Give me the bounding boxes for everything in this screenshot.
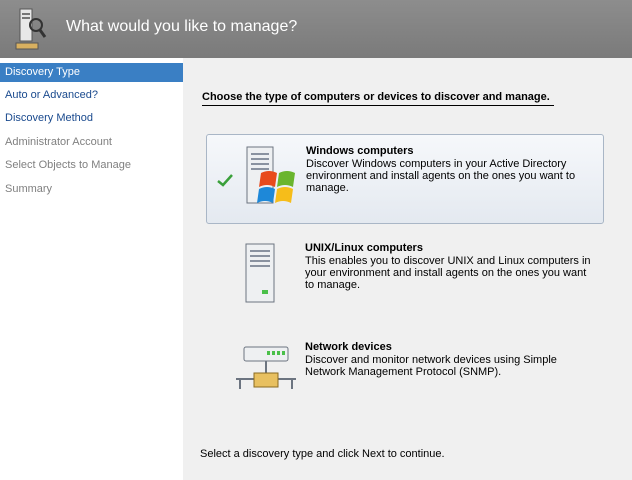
- section-prompt: Choose the type of computers or devices …: [202, 91, 554, 106]
- checkmark-icon: [217, 174, 233, 187]
- sidebar-item-discovery-type[interactable]: Discovery Type: [0, 63, 183, 82]
- windows-computer-icon: [246, 146, 295, 204]
- unix-computer-icon: [245, 243, 275, 303]
- option-description: This enables you to discover UNIX and Li…: [305, 255, 591, 291]
- option-description: Discover and monitor network devices usi…: [305, 354, 557, 378]
- option-description: Discover Windows computers in your Activ…: [306, 158, 576, 194]
- sidebar-item-administrator-account: Administrator Account: [5, 136, 112, 148]
- sidebar-item-discovery-method[interactable]: Discovery Method: [0, 109, 183, 128]
- page-title: What would you like to manage?: [66, 18, 298, 35]
- option-unix-linux-computers[interactable]: UNIX/Linux computers This enables you to…: [206, 232, 604, 322]
- option-title: Windows computers: [306, 145, 414, 157]
- wizard-content: Choose the type of computers or devices …: [183, 58, 632, 480]
- sidebar-item-auto-or-advanced[interactable]: Auto or Advanced?: [0, 86, 183, 105]
- sidebar-item-select-objects: Select Objects to Manage: [5, 159, 131, 171]
- option-title: UNIX/Linux computers: [305, 242, 423, 254]
- option-network-devices[interactable]: Network devices Discover and monitor net…: [206, 331, 604, 421]
- sidebar-item-summary: Summary: [5, 183, 53, 195]
- option-windows-computers[interactable]: Windows computers Discover Windows compu…: [206, 134, 604, 224]
- wizard-sidebar: Discovery Type Auto or Advanced? Discove…: [0, 58, 183, 480]
- wizard-computer-icon: [15, 8, 47, 50]
- wizard-header: What would you like to manage?: [0, 0, 632, 58]
- network-device-icon: [236, 346, 296, 389]
- option-title: Network devices: [305, 341, 392, 353]
- instruction-text: Select a discovery type and click Next t…: [200, 448, 445, 460]
